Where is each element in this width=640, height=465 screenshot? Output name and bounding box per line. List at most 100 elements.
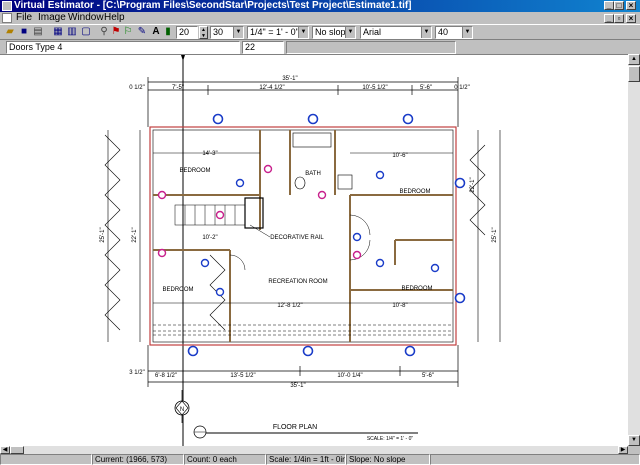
dim-10-6: 10'-6" bbox=[392, 153, 407, 159]
scale-note: SCALE: 1/4" = 1' - 0" bbox=[367, 436, 414, 442]
door-marker bbox=[454, 177, 466, 189]
vertical-scrollbar[interactable]: ▲ ▼ bbox=[628, 54, 640, 446]
property-bar: Doors Type 4 22 bbox=[0, 40, 640, 54]
horizontal-scroll-thumb[interactable] bbox=[10, 446, 24, 454]
font-size-dropdown-icon[interactable]: ▼ bbox=[462, 27, 472, 38]
scroll-corner bbox=[628, 446, 640, 454]
dim-12-8: 12'-8 1/2" bbox=[277, 303, 302, 309]
font-value: Arial bbox=[363, 27, 382, 37]
doc-restore-button[interactable]: ▫ bbox=[614, 14, 624, 23]
doc-close-button[interactable]: × bbox=[626, 14, 636, 23]
door-marker bbox=[187, 345, 199, 357]
doc-minimize-button[interactable]: _ bbox=[604, 14, 614, 23]
status-bar: Current: (1966, 573) Count: 0 each Scale… bbox=[0, 454, 640, 465]
window-title: Virtual Estimator - [C:\Program Files\Se… bbox=[14, 0, 412, 11]
scale-dropdown-icon[interactable]: ▼ bbox=[298, 27, 308, 38]
bottom-dim-1: 6'-8 1/2" bbox=[155, 373, 177, 379]
line-spacing-dropdown-icon[interactable]: ▼ bbox=[233, 27, 243, 38]
crosshair-marker bbox=[181, 55, 185, 61]
door-marker bbox=[212, 113, 224, 125]
room-recreation: RECREATION ROOM bbox=[268, 279, 327, 285]
zoom-icon[interactable]: ⚲ bbox=[98, 26, 110, 38]
pen-icon[interactable]: ✎ bbox=[136, 26, 148, 38]
open-icon[interactable]: ▰ bbox=[4, 26, 16, 38]
door-marker bbox=[200, 258, 210, 268]
menu-file[interactable]: File bbox=[16, 12, 32, 24]
scroll-left-button[interactable]: ◀ bbox=[0, 446, 10, 454]
menu-image[interactable]: Image bbox=[38, 12, 66, 24]
title-bar: Virtual Estimator - [C:\Program Files\Se… bbox=[0, 0, 640, 12]
status-count: Count: 0 each bbox=[184, 454, 266, 465]
scroll-right-button[interactable]: ▶ bbox=[618, 446, 628, 454]
flag-icon[interactable]: ⚑ bbox=[110, 26, 122, 38]
toilet bbox=[294, 176, 306, 190]
door-marker bbox=[302, 345, 314, 357]
foundation-lines bbox=[153, 324, 453, 336]
tile-icon[interactable]: ▦ bbox=[52, 26, 64, 38]
maximize-button[interactable]: □ bbox=[614, 1, 624, 10]
status-extra bbox=[430, 454, 640, 465]
room-bedroom-4: BEDROOM bbox=[401, 286, 432, 292]
minimize-button[interactable]: _ bbox=[604, 1, 614, 10]
closet-doors bbox=[104, 134, 486, 331]
book-icon[interactable]: ▮ bbox=[162, 26, 174, 38]
top-dim-2: 12'-4 1/2" bbox=[259, 85, 284, 91]
overall-bottom-dim: 35'-1" bbox=[290, 383, 305, 389]
line-spacing-field[interactable]: 30 ▼ bbox=[210, 26, 244, 39]
line-width-field[interactable]: 20 bbox=[176, 26, 198, 39]
line-spacing-value: 30 bbox=[213, 27, 224, 37]
door-marker bbox=[404, 345, 416, 357]
print-icon[interactable]: ▤ bbox=[32, 26, 44, 38]
status-blank bbox=[0, 454, 92, 465]
floor-plan-title: FLOOR PLAN bbox=[273, 424, 317, 431]
text-tool-icon[interactable]: A bbox=[150, 26, 162, 38]
scroll-down-button[interactable]: ▼ bbox=[628, 435, 640, 446]
door-marker-alt bbox=[263, 164, 273, 174]
font-dropdown-icon[interactable]: ▼ bbox=[421, 27, 431, 38]
scroll-up-button[interactable]: ▲ bbox=[628, 54, 640, 65]
scale-select[interactable]: 1/4" = 1' - 0" ▼ bbox=[247, 26, 309, 39]
line-width-spinner[interactable]: ▲ ▼ bbox=[199, 26, 208, 39]
item-count-field[interactable]: 22 bbox=[242, 41, 284, 54]
close-button[interactable]: × bbox=[626, 1, 636, 10]
door-marker-alt bbox=[157, 248, 167, 258]
horizontal-scrollbar[interactable]: ◀ ▶ bbox=[0, 446, 628, 454]
bottom-dim-2: 13'-5 1/2" bbox=[230, 373, 255, 379]
top-dim-1: 7'-5" bbox=[172, 85, 184, 91]
dim-14-3: 14'-3" bbox=[202, 151, 217, 157]
status-slope: Slope: No slope bbox=[346, 454, 430, 465]
drawing-canvas[interactable]: 35'-1" 7'-5" 12'-4 1/2" 10'-5 1/2" 5'-6"… bbox=[0, 54, 628, 446]
side-right-inner: 22'-1" bbox=[470, 177, 476, 192]
door-marker bbox=[375, 258, 385, 268]
item-name-field[interactable]: Doors Type 4 bbox=[6, 41, 240, 54]
dim-10-8: 10'-8" bbox=[392, 303, 407, 309]
font-select[interactable]: Arial ▼ bbox=[360, 26, 432, 39]
window-icon[interactable]: ▢ bbox=[80, 26, 92, 38]
app-icon[interactable] bbox=[2, 1, 12, 11]
door-marker bbox=[352, 232, 362, 242]
save-icon[interactable]: ■ bbox=[18, 26, 30, 38]
door-marker bbox=[215, 287, 225, 297]
door-marker-alt bbox=[317, 190, 327, 200]
north-arrow: N bbox=[174, 390, 190, 423]
font-size-value: 40 bbox=[438, 27, 449, 37]
floor-plan-drawing[interactable]: 35'-1" 7'-5" 12'-4 1/2" 10'-5 1/2" 5'-6"… bbox=[0, 55, 628, 446]
door-marker bbox=[375, 170, 385, 180]
menu-bar: File Image Window Help _ ▫ × bbox=[0, 12, 640, 24]
grid-icon[interactable]: ▥ bbox=[66, 26, 78, 38]
menu-help[interactable]: Help bbox=[104, 12, 125, 24]
slope-dropdown-icon[interactable]: ▼ bbox=[345, 27, 355, 38]
property-blank-field bbox=[286, 41, 456, 54]
slope-select[interactable]: No slope ▼ bbox=[312, 26, 356, 39]
measure-icon[interactable]: ⚐ bbox=[122, 26, 134, 38]
font-size-select[interactable]: 40 ▼ bbox=[435, 26, 473, 39]
overall-top-dim: 35'-1" bbox=[282, 76, 297, 82]
door-marker bbox=[307, 113, 319, 125]
menu-window[interactable]: Window bbox=[68, 12, 104, 24]
document-icon[interactable] bbox=[2, 13, 12, 23]
room-bath: BATH bbox=[305, 171, 321, 177]
status-current: Current: (1966, 573) bbox=[92, 454, 184, 465]
side-left-outer: 25'-1" bbox=[100, 227, 106, 242]
vertical-scroll-thumb[interactable] bbox=[628, 66, 640, 82]
bathtub bbox=[292, 132, 332, 148]
